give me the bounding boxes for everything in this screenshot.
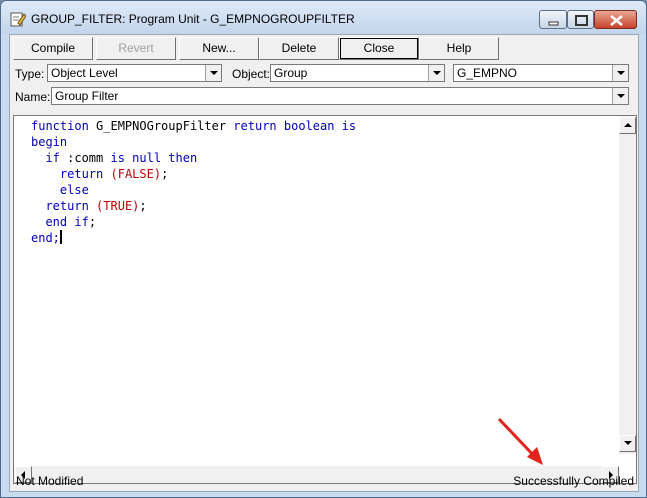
name-select[interactable]: Group Filter <box>51 87 629 105</box>
code-keyword: else <box>59 183 89 197</box>
object-value: Group <box>274 66 308 80</box>
name-label: Name: <box>15 90 51 104</box>
close-window-button[interactable] <box>594 10 637 29</box>
type-dropdown-button[interactable] <box>205 65 221 81</box>
status-bar: Not Modified Successfully Compiled <box>13 472 637 489</box>
code-text: ; <box>88 215 97 229</box>
code-text: ; <box>139 199 147 213</box>
arrow-down-icon <box>624 441 632 445</box>
vertical-scrollbar[interactable] <box>619 116 636 454</box>
minimize-icon <box>548 21 559 26</box>
title-bar[interactable]: GROUP_FILTER: Program Unit - G_EMPNOGROU… <box>1 1 646 34</box>
code-text: :comm <box>59 151 111 165</box>
close-button[interactable]: Close <box>339 37 419 60</box>
scroll-up-button[interactable] <box>619 117 636 134</box>
code-keyword: is null then <box>110 151 198 165</box>
modified-status: Not Modified <box>16 474 84 488</box>
code-keyword: return <box>45 199 89 213</box>
type-value: Object Level <box>51 66 118 80</box>
name-dropdown-button[interactable] <box>612 88 628 104</box>
chevron-down-icon <box>433 71 441 75</box>
code-literal: (FALSE) <box>110 167 162 181</box>
edit-document-icon <box>10 12 26 27</box>
arrow-up-icon <box>624 123 632 127</box>
code-keyword: end if <box>45 215 89 229</box>
help-button[interactable]: Help <box>419 37 499 60</box>
code-keyword: function <box>31 119 89 133</box>
delete-button[interactable]: Delete <box>259 37 339 60</box>
chevron-down-icon <box>210 71 218 75</box>
text-caret <box>59 230 62 244</box>
maximize-icon <box>575 15 588 26</box>
new-button[interactable]: New... <box>179 37 259 60</box>
window-title: GROUP_FILTER: Program Unit - G_EMPNOGROU… <box>31 12 355 26</box>
compile-button[interactable]: Compile <box>13 37 93 60</box>
object-dropdown-button[interactable] <box>428 65 444 81</box>
close-icon <box>610 15 623 26</box>
object-name-dropdown-button[interactable] <box>612 65 628 81</box>
minimize-button[interactable] <box>539 10 567 29</box>
object-select[interactable]: Group <box>270 64 445 82</box>
code-keyword: end; <box>31 231 60 245</box>
chevron-down-icon <box>617 71 625 75</box>
revert-button[interactable]: Revert <box>96 37 176 60</box>
code-text: G_EMPNOGroupFilter <box>88 119 234 133</box>
name-value: Group Filter <box>55 89 119 103</box>
annotation-arrow-icon <box>497 417 543 465</box>
type-select[interactable]: Object Level <box>47 64 222 82</box>
scroll-down-button[interactable] <box>619 435 636 452</box>
chevron-down-icon <box>617 94 625 98</box>
code-text: ; <box>161 167 169 181</box>
code-keyword: return boolean is <box>233 119 357 133</box>
object-label: Object: <box>232 67 271 81</box>
maximize-button[interactable] <box>567 10 594 29</box>
compile-status: Successfully Compiled <box>513 474 634 488</box>
code-keyword: begin <box>31 135 68 149</box>
code-literal: (TRUE) <box>96 199 140 213</box>
toolbar: Compile Revert New... Delete Close Help <box>13 37 637 61</box>
code-keyword: if <box>45 151 60 165</box>
program-unit-window: GROUP_FILTER: Program Unit - G_EMPNOGROU… <box>0 0 647 498</box>
source-code[interactable]: function G_EMPNOGroupFilter return boole… <box>31 118 356 246</box>
type-label: Type: <box>15 67 45 81</box>
code-keyword: return <box>59 167 104 181</box>
object-name-value: G_EMPNO <box>457 66 518 80</box>
object-name-select[interactable]: G_EMPNO <box>453 64 629 82</box>
